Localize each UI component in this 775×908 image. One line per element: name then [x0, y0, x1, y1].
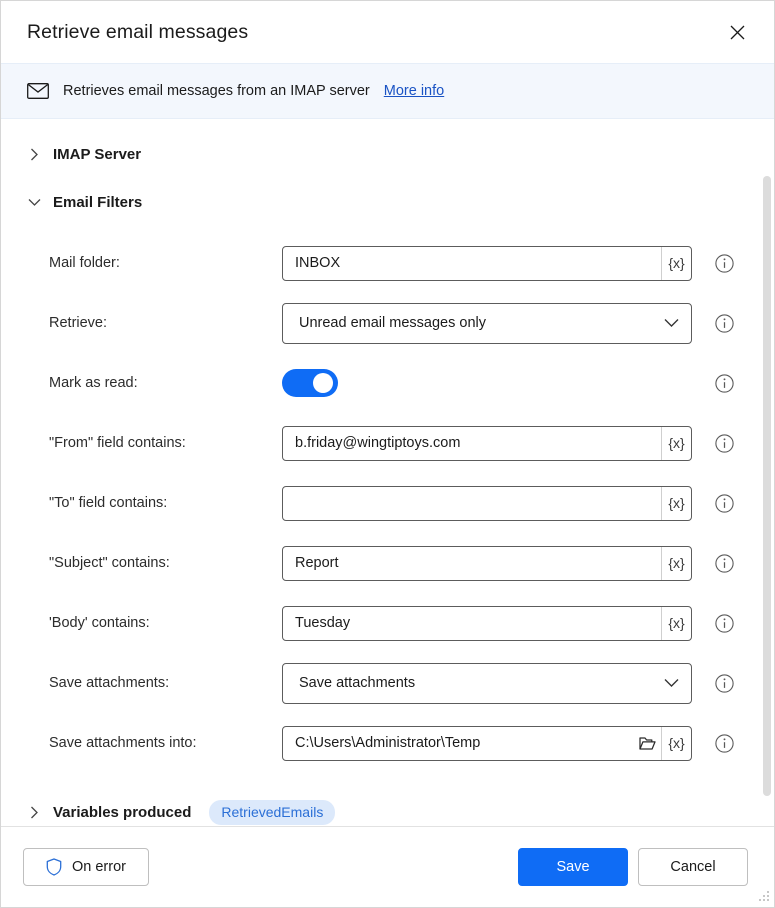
variable-picker-button[interactable]: {x}	[661, 487, 691, 520]
dialog-footer: On error Save Cancel	[1, 826, 774, 907]
info-icon-from-field-contains[interactable]	[714, 433, 734, 453]
close-icon	[730, 25, 745, 40]
close-button[interactable]	[718, 15, 756, 49]
cancel-button[interactable]: Cancel	[638, 848, 748, 886]
info-icon-body-contains[interactable]	[714, 613, 734, 633]
banner-description: Retrieves email messages from an IMAP se…	[63, 83, 370, 99]
field-row-mail-folder: Mail folder: INBOX {x}	[1, 233, 774, 293]
toggle-knob	[313, 373, 333, 393]
from-field-contains-input[interactable]: b.friday@wingtiptoys.com {x}	[282, 426, 692, 461]
dialog-body-scroll: IMAP Server Email Filters Mail folder: I…	[1, 119, 774, 826]
to-field-contains-input[interactable]: {x}	[282, 486, 692, 521]
chevron-down-icon	[664, 318, 679, 328]
retrieve-value: Unread email messages only	[299, 315, 664, 331]
info-banner: Retrieves email messages from an IMAP se…	[1, 63, 774, 119]
chevron-down-icon	[664, 678, 679, 688]
field-row-save-attachments: Save attachments: Save attachments	[1, 653, 774, 713]
variable-picker-button[interactable]: {x}	[661, 427, 691, 460]
field-row-subject-contains: "Subject" contains: Report {x}	[1, 533, 774, 593]
info-icon-mail-folder[interactable]	[714, 253, 734, 273]
save-button[interactable]: Save	[518, 848, 628, 886]
field-label-save-attachments-into: Save attachments into:	[49, 735, 282, 751]
folder-open-icon[interactable]	[633, 727, 661, 760]
retrieve-email-messages-dialog: Retrieve email messages Retrieves email …	[0, 0, 775, 908]
variable-pill-retrievedemails[interactable]: RetrievedEmails	[209, 800, 335, 825]
from-field-contains-value: b.friday@wingtiptoys.com	[295, 435, 661, 451]
field-label-mail-folder: Mail folder:	[49, 255, 282, 271]
section-header-email-filters[interactable]: Email Filters	[1, 185, 774, 219]
chevron-right-icon	[27, 806, 41, 819]
cancel-label: Cancel	[670, 859, 715, 875]
save-attachments-into-input[interactable]: C:\Users\Administrator\Temp {x}	[282, 726, 692, 761]
body-contains-input[interactable]: Tuesday {x}	[282, 606, 692, 641]
vertical-scrollbar[interactable]	[760, 119, 774, 826]
info-icon-save-attachments[interactable]	[714, 673, 734, 693]
mail-folder-value: INBOX	[295, 255, 661, 271]
body-contains-value: Tuesday	[295, 615, 661, 631]
info-icon-to-field-contains[interactable]	[714, 493, 734, 513]
subject-contains-value: Report	[295, 555, 661, 571]
on-error-button[interactable]: On error	[23, 848, 149, 886]
save-attachments-into-value: C:\Users\Administrator\Temp	[295, 735, 633, 751]
field-row-to-field-contains: "To" field contains: {x}	[1, 473, 774, 533]
field-label-body-contains: 'Body' contains:	[49, 615, 282, 631]
dialog-title: Retrieve email messages	[27, 21, 718, 44]
field-row-retrieve: Retrieve: Unread email messages only	[1, 293, 774, 353]
chevron-down-icon	[27, 198, 41, 207]
more-info-link[interactable]: More info	[384, 83, 444, 99]
info-icon-save-attachments-into[interactable]	[714, 733, 734, 753]
info-icon-retrieve[interactable]	[714, 313, 734, 333]
field-label-from-field-contains: "From" field contains:	[49, 435, 282, 451]
field-row-body-contains: 'Body' contains: Tuesday {x}	[1, 593, 774, 653]
mark-as-read-toggle[interactable]	[282, 369, 338, 397]
section-header-imap-server[interactable]: IMAP Server	[1, 137, 774, 171]
field-label-save-attachments: Save attachments:	[49, 675, 282, 691]
info-icon-mark-as-read[interactable]	[714, 373, 734, 393]
mail-folder-input[interactable]: INBOX {x}	[282, 246, 692, 281]
shield-icon	[46, 858, 62, 876]
variable-picker-button[interactable]: {x}	[661, 547, 691, 580]
field-label-mark-as-read: Mark as read:	[49, 375, 282, 391]
subject-contains-input[interactable]: Report {x}	[282, 546, 692, 581]
variables-produced-label: Variables produced	[53, 804, 191, 821]
chevron-right-icon	[27, 148, 41, 161]
on-error-label: On error	[72, 859, 126, 875]
field-label-retrieve: Retrieve:	[49, 315, 282, 331]
section-label-imap-server: IMAP Server	[53, 146, 141, 163]
dialog-body: IMAP Server Email Filters Mail folder: I…	[1, 119, 774, 826]
save-label: Save	[556, 859, 589, 875]
field-row-from-field-contains: "From" field contains: b.friday@wingtipt…	[1, 413, 774, 473]
email-filters-fields: Mail folder: INBOX {x} Retrieve:	[1, 233, 774, 773]
field-row-save-attachments-into: Save attachments into: C:\Users\Administ…	[1, 713, 774, 773]
variable-picker-button[interactable]: {x}	[661, 727, 691, 760]
scrollbar-thumb[interactable]	[763, 176, 771, 796]
variable-picker-button[interactable]: {x}	[661, 607, 691, 640]
variable-picker-button[interactable]: {x}	[661, 247, 691, 280]
envelope-icon	[27, 83, 49, 99]
dialog-titlebar: Retrieve email messages	[1, 1, 774, 63]
save-attachments-value: Save attachments	[299, 675, 664, 691]
variables-produced-header[interactable]: Variables produced RetrievedEmails	[1, 795, 774, 826]
field-label-subject-contains: "Subject" contains:	[49, 555, 282, 571]
resize-grip[interactable]	[756, 890, 770, 904]
save-attachments-select[interactable]: Save attachments	[282, 663, 692, 704]
info-icon-subject-contains[interactable]	[714, 553, 734, 573]
field-row-mark-as-read: Mark as read:	[1, 353, 774, 413]
retrieve-select[interactable]: Unread email messages only	[282, 303, 692, 344]
field-label-to-field-contains: "To" field contains:	[49, 495, 282, 511]
section-label-email-filters: Email Filters	[53, 194, 142, 211]
